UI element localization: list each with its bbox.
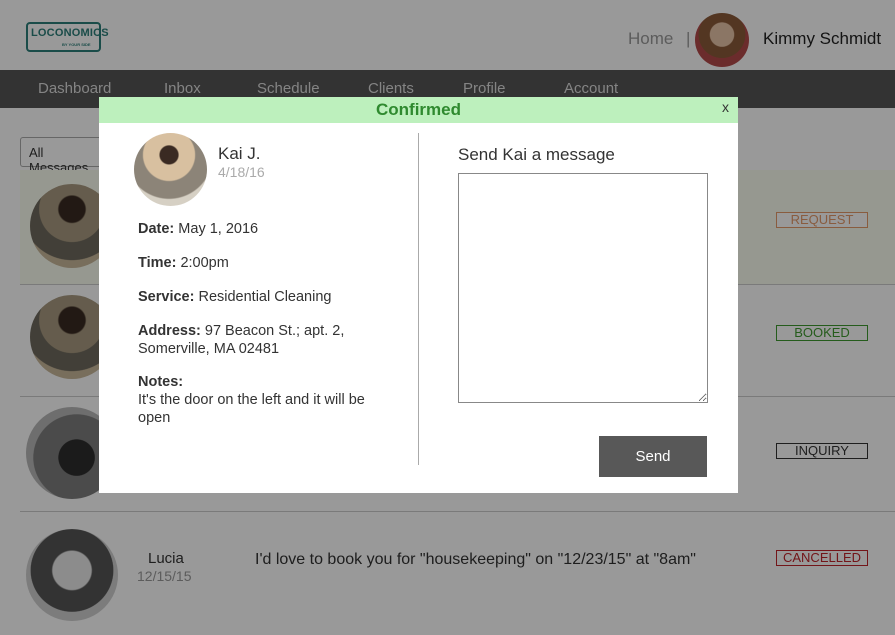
- client-avatar: [134, 133, 207, 206]
- modal-title: Confirmed: [376, 100, 461, 119]
- close-button[interactable]: x: [722, 99, 729, 115]
- service-label: Service:: [138, 289, 195, 305]
- detail-date: Date: May 1, 2016: [138, 220, 373, 238]
- date-label: Date:: [138, 221, 175, 237]
- address-line1: 97 Beacon St.; apt. 2,: [204, 323, 345, 339]
- detail-address: Address: 97 Beacon St.; apt. 2, Somervil…: [138, 322, 373, 358]
- notes-value: It's the door on the left and it will be…: [138, 392, 365, 426]
- service-value: Residential Cleaning: [198, 289, 332, 305]
- message-textarea[interactable]: [458, 173, 708, 403]
- message-title: Send Kai a message: [458, 145, 615, 164]
- send-button[interactable]: Send: [599, 436, 707, 477]
- vertical-divider: [418, 133, 419, 465]
- time-value: 2:00pm: [180, 255, 229, 271]
- booking-modal: Confirmed x Kai J. 4/18/16 Date: May 1, …: [99, 97, 738, 493]
- detail-notes: Notes: It's the door on the left and it …: [138, 373, 373, 427]
- client-date: 4/18/16: [218, 164, 265, 180]
- client-name: Kai J.: [218, 144, 261, 163]
- detail-time: Time: 2:00pm: [138, 254, 373, 272]
- time-label: Time:: [138, 255, 177, 271]
- address-label: Address:: [138, 323, 201, 339]
- address-line2: Somerville, MA 02481: [138, 341, 280, 357]
- modal-header: Confirmed x: [99, 97, 738, 123]
- date-value: May 1, 2016: [178, 221, 259, 237]
- detail-service: Service: Residential Cleaning: [138, 288, 373, 306]
- notes-label: Notes:: [138, 374, 184, 390]
